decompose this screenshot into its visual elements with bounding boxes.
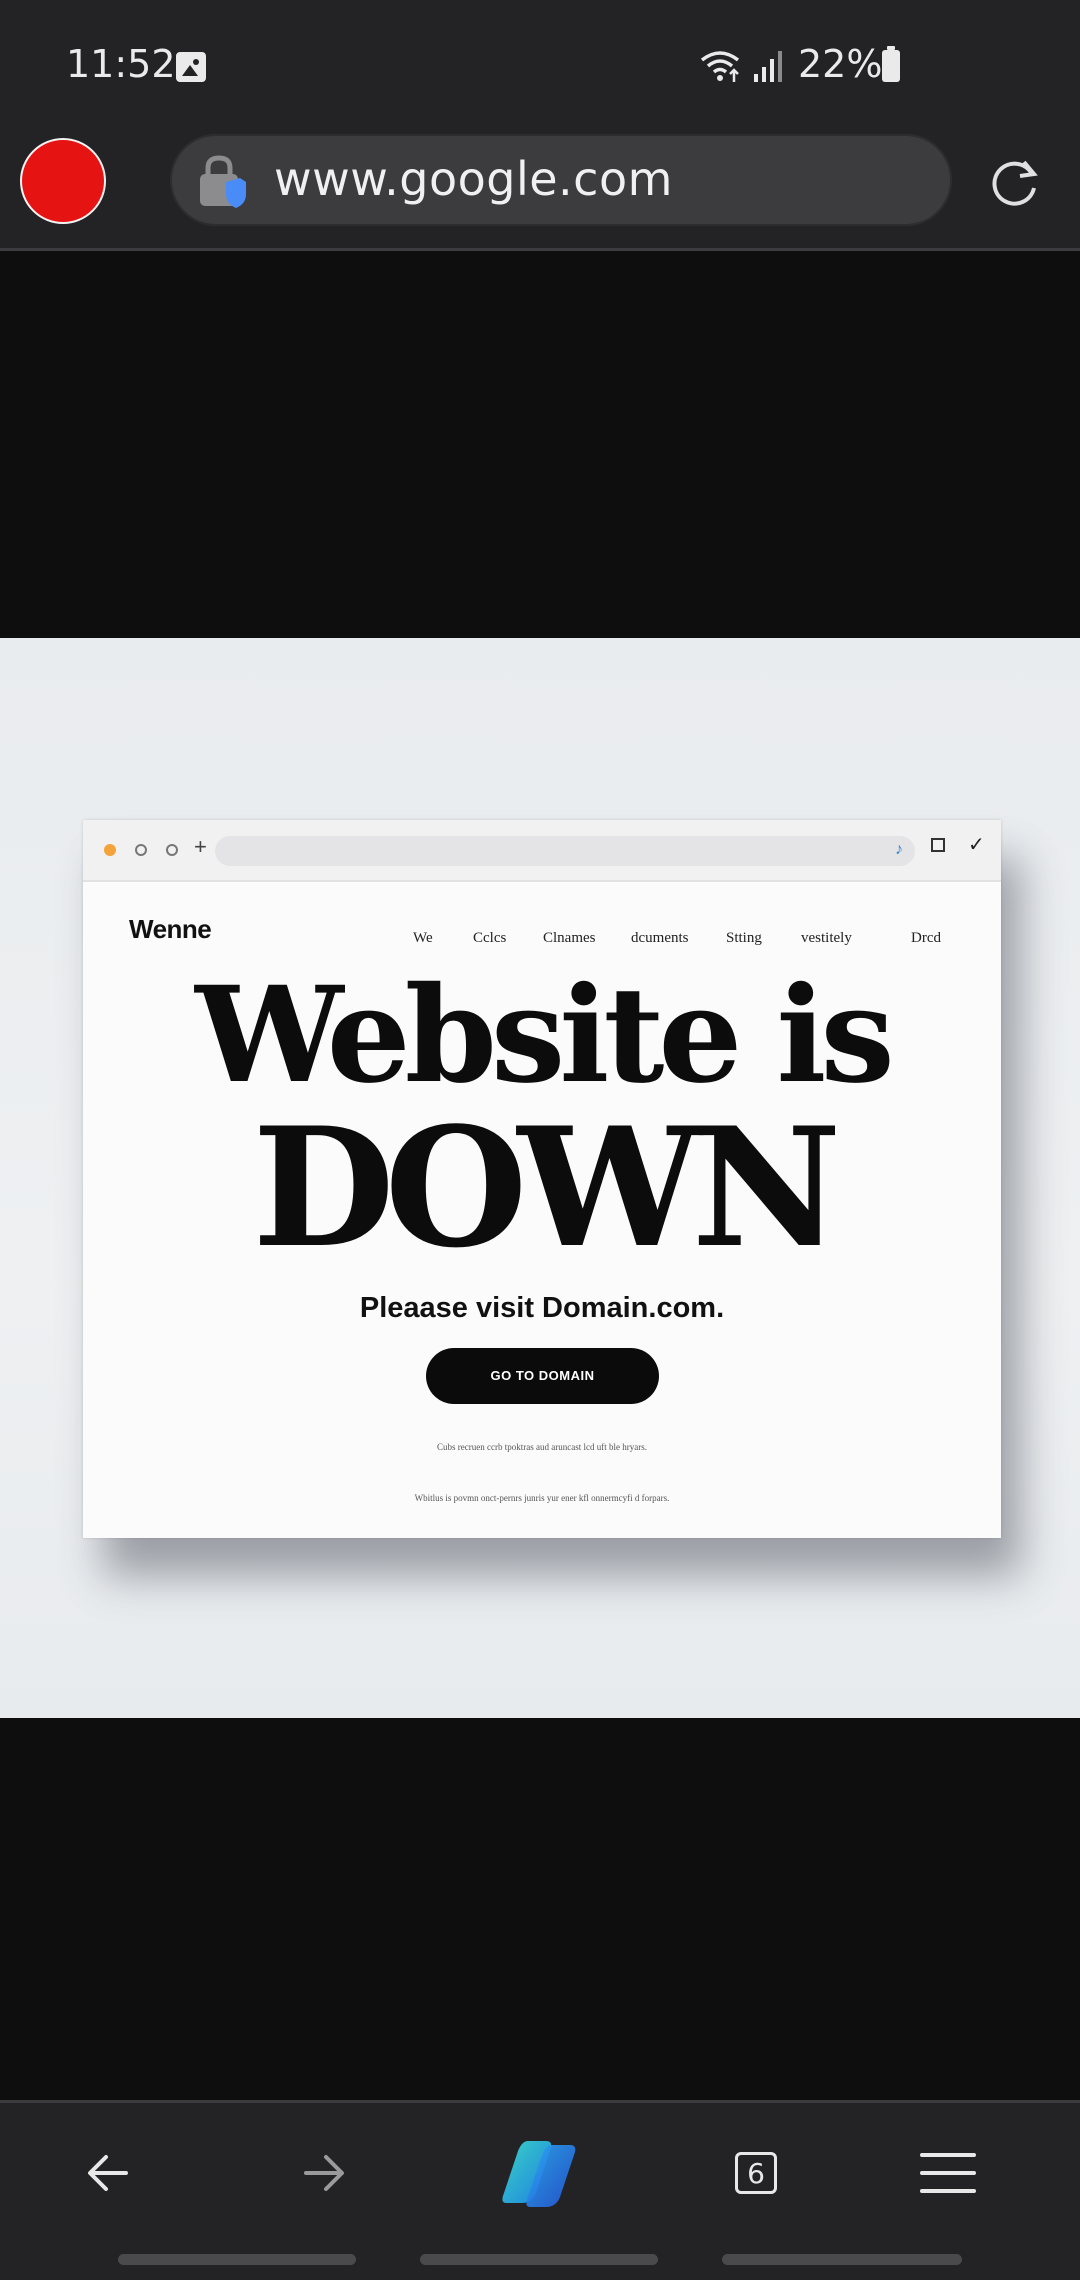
headline-line-2: DOWN [252,1091,841,1284]
gesture-pill[interactable] [420,2254,658,2265]
wifi-icon [700,51,740,82]
battery-percentage: 22% [798,42,883,86]
status-bar: 11:52 22% [0,0,1080,132]
mock-nav-item: We [413,930,433,946]
fine-print-line: Wbitlus is povmn onct-pernrs junris yur … [414,1493,670,1503]
lock-icon[interactable] [196,154,248,210]
mock-tab-bar: + ♪ ✓ [83,820,1001,882]
back-button[interactable] [48,2103,168,2243]
fine-print-line: Cubs recruen ccrb tpoktras aud aruncast … [437,1442,647,1452]
page-image: + ♪ ✓ Wenne We Cclcs Clnames dcuments St… [0,638,1080,1718]
status-time: 11:52 [66,42,176,86]
profile-avatar[interactable] [20,138,106,224]
go-to-domain-button: GO TO DOMAIN [426,1348,659,1404]
reload-icon[interactable] [988,154,1044,210]
visit-message: Pleaase visit Domain.com. [359,1292,725,1324]
tab-icon [931,838,945,852]
bottom-toolbar: 6 [0,2100,1080,2243]
gesture-pill[interactable] [722,2254,962,2265]
window-dot [135,844,147,856]
mock-nav-item: vestitely [801,930,852,946]
copilot-icon [502,2141,576,2207]
mock-nav-item: Drcd [911,930,941,946]
check-icon: ✓ [968,834,985,856]
mock-nav-item: Clnames [543,930,596,946]
mic-icon: ♪ [895,841,903,858]
mock-url-bar: ♪ [215,836,915,866]
browser-toolbar: www.google.com [0,132,1080,251]
gesture-bar [0,2240,1080,2280]
url-text[interactable]: www.google.com [274,152,673,206]
menu-icon [920,2153,976,2193]
forward-arrow-icon [304,2155,344,2191]
mock-nav-item: Cclcs [473,930,507,946]
headline-line-1: Website is [195,958,895,1113]
back-arrow-icon [88,2155,128,2191]
copilot-button[interactable] [480,2103,600,2243]
gesture-pill[interactable] [118,2254,356,2265]
mock-nav-item: dcuments [631,930,689,946]
forward-button[interactable] [264,2103,384,2243]
tabs-icon: 6 [735,2152,777,2194]
menu-button[interactable] [888,2103,1008,2243]
address-bar[interactable]: www.google.com [170,134,952,226]
plus-icon: + [194,834,207,859]
battery-icon [882,46,900,82]
window-dot-orange [104,844,116,856]
signal-icon [754,51,782,82]
mock-site-logo: Wenne [129,914,212,944]
tabs-button[interactable]: 6 [696,2103,816,2243]
mock-browser-window: + ♪ ✓ Wenne We Cclcs Clnames dcuments St… [83,820,1001,1538]
window-dot [166,844,178,856]
mock-nav-item: Stting [726,930,762,946]
gallery-icon [176,52,206,82]
